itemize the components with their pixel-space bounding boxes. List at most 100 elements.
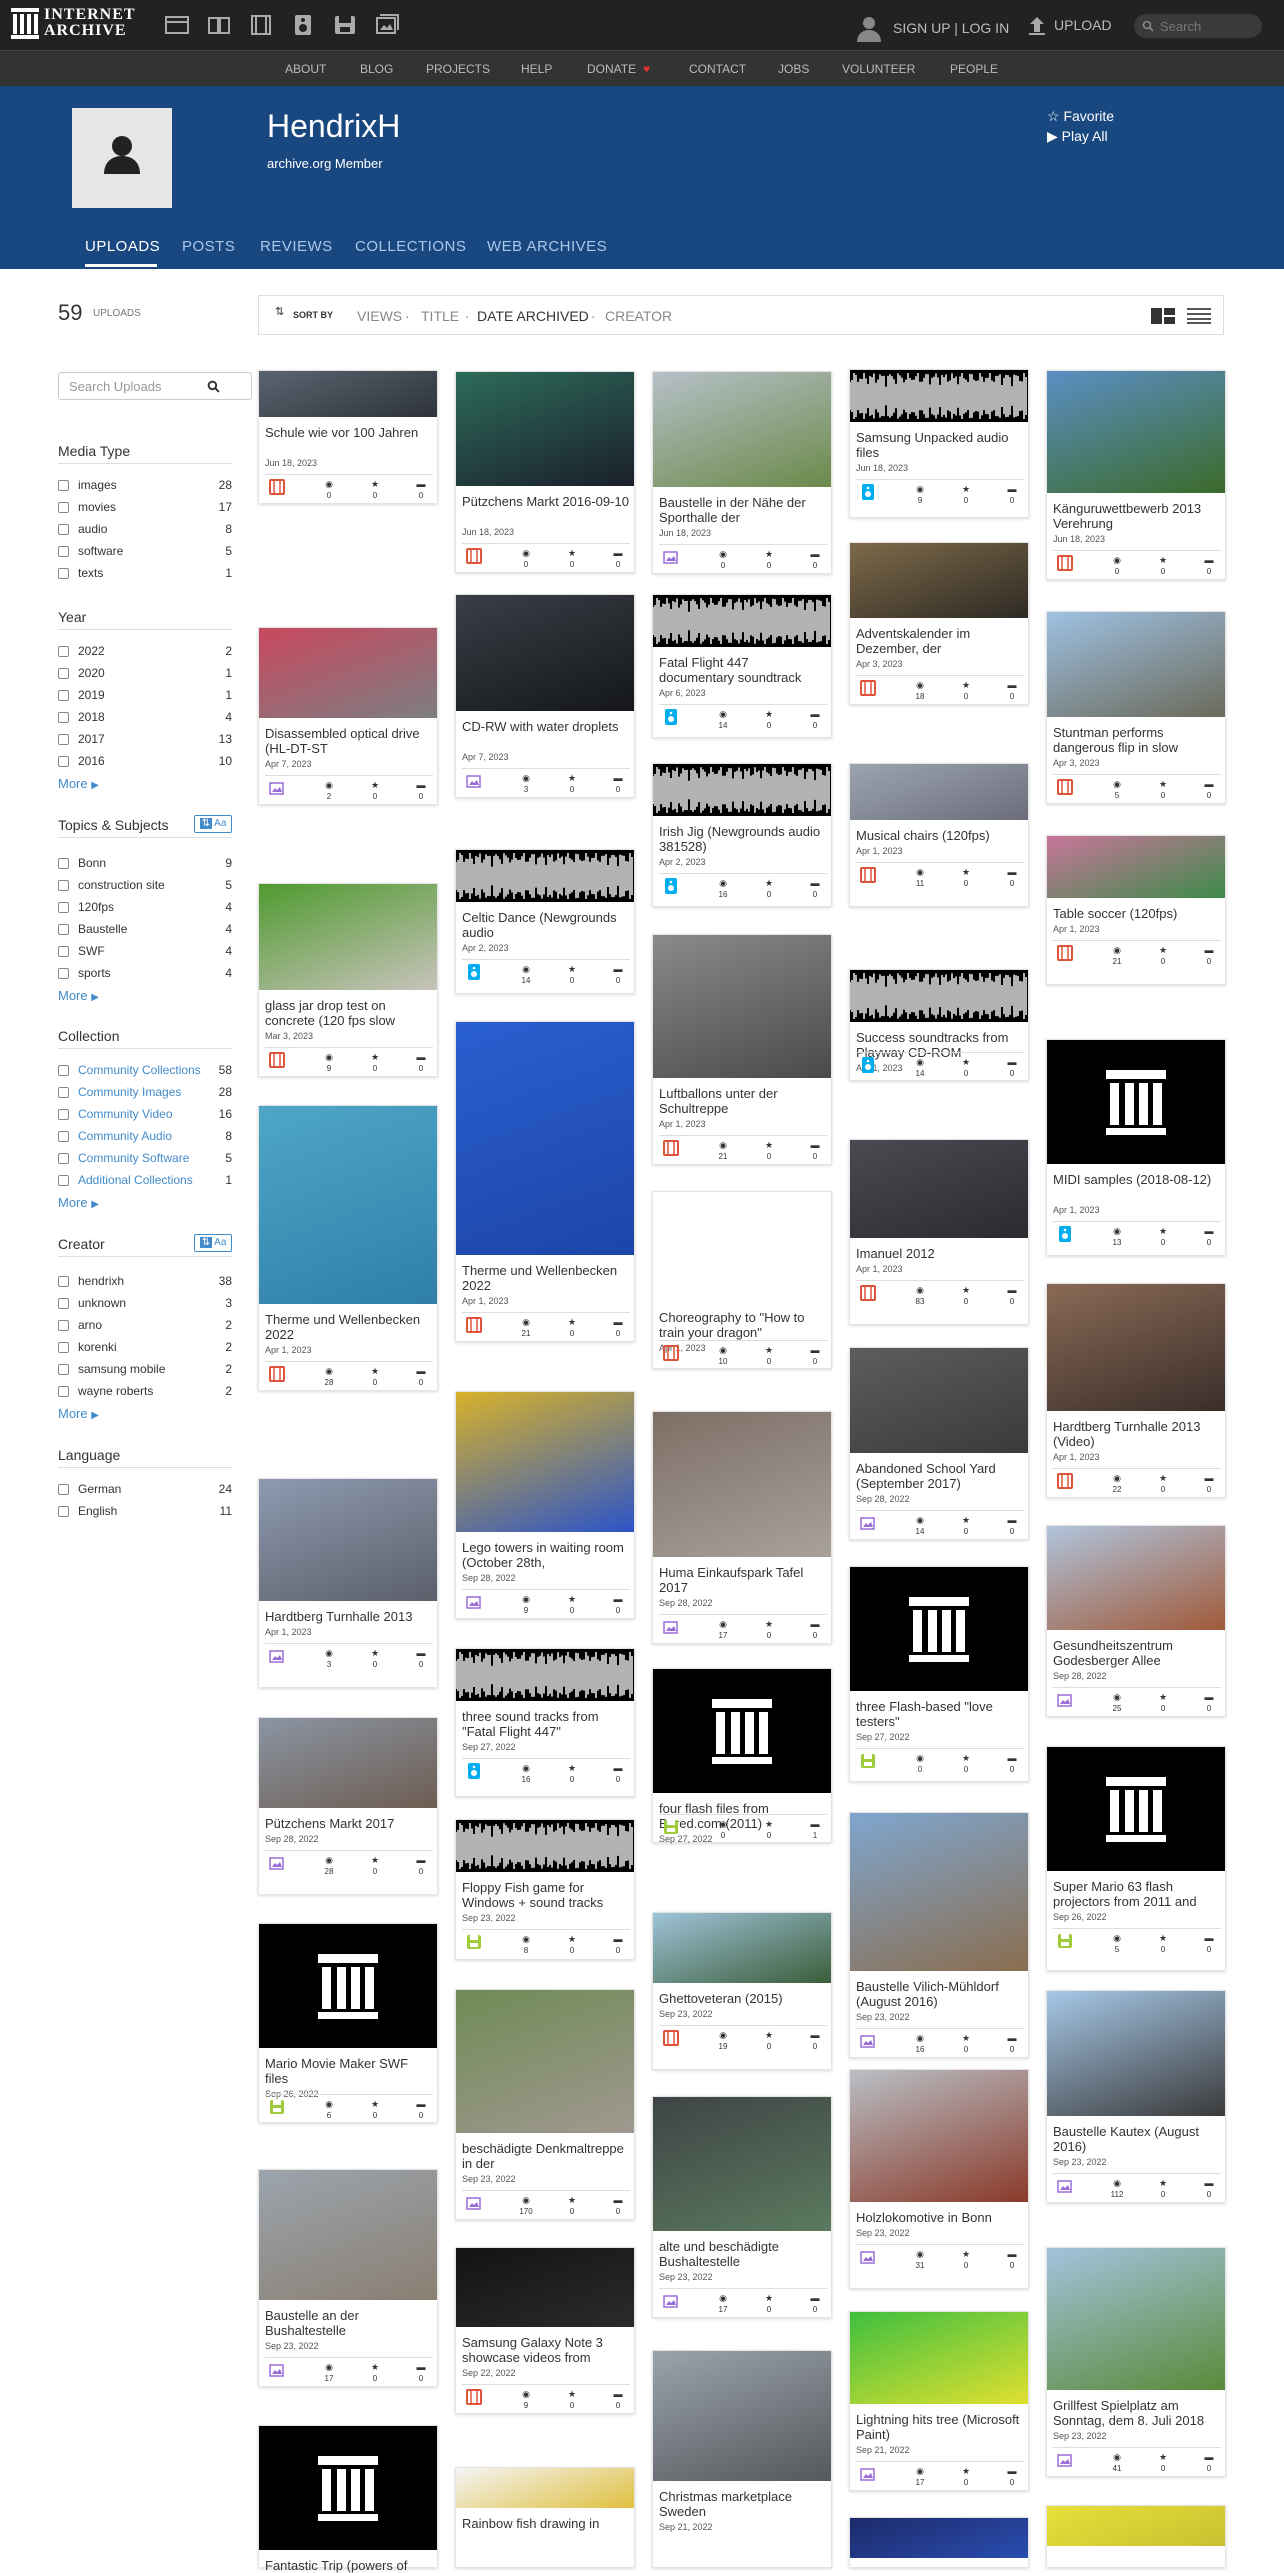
facet-checkbox[interactable] <box>58 858 69 869</box>
item-title[interactable]: Pützchens Markt 2016-09-10 <box>462 494 630 509</box>
web-icon[interactable] <box>164 13 190 37</box>
subnav-help[interactable]: HELP <box>521 62 552 76</box>
top-search-input[interactable]: Search <box>1134 14 1262 38</box>
item-thumbnail[interactable] <box>456 2248 634 2327</box>
facet-row[interactable]: 120fps 4 <box>58 898 232 916</box>
item-tile[interactable]: three sound tracks from "Fatal Flight 44… <box>455 1648 635 1797</box>
item-thumbnail[interactable] <box>259 371 437 417</box>
item-title[interactable]: Christmas marketplace Sweden <box>659 2489 827 2519</box>
facet-checkbox[interactable] <box>58 1320 69 1331</box>
item-thumbnail[interactable] <box>653 372 831 487</box>
item-tile[interactable]: Mario Movie Maker SWF files Sep 26, 2022 ◉… <box>258 1923 438 2123</box>
item-thumbnail[interactable] <box>456 850 634 902</box>
item-title[interactable]: beschädigte Denkmaltreppe in der <box>462 2141 630 2171</box>
item-thumbnail[interactable] <box>1047 1991 1225 2116</box>
item-tile[interactable]: Super Mario 63 flash projectors from 201… <box>1046 1746 1226 1971</box>
facet-checkbox[interactable] <box>58 1364 69 1375</box>
facet-checkbox[interactable] <box>58 668 69 679</box>
item-tile[interactable]: Musical chairs (120fps) Apr 1, 2023 ◉ 11 ★ 0 ▬… <box>849 763 1029 907</box>
item-tile[interactable]: three Flash-based "love testers" Sep 27, … <box>849 1566 1029 1782</box>
item-title[interactable]: Disassembled optical drive (HL-DT-ST <box>265 726 433 756</box>
facet-row[interactable]: wayne roberts 2 <box>58 1382 232 1400</box>
item-title[interactable]: Lego towers in waiting room (October 28t… <box>462 1540 630 1570</box>
item-tile[interactable]: Samsung Unpacked audio files Jun 18, 2023… <box>849 369 1029 518</box>
facet-row[interactable]: 2019 1 <box>58 686 232 704</box>
item-tile[interactable]: Therme und Wellenbecken 2022 Apr 1, 2023 ◉… <box>455 1021 635 1342</box>
subnav-jobs[interactable]: JOBS <box>778 62 809 76</box>
facet-row[interactable]: Community Collections 58 <box>58 1061 232 1079</box>
facet-row[interactable]: hendrixh 38 <box>58 1272 232 1290</box>
subnav-donate[interactable]: DONATE <box>587 62 636 76</box>
item-tile[interactable]: Lightning hits tree (Microsoft Paint) Sep… <box>849 2311 1029 2491</box>
item-thumbnail[interactable] <box>456 1392 634 1532</box>
item-thumbnail[interactable] <box>1047 2506 1225 2546</box>
facet-checkbox[interactable] <box>58 1153 69 1164</box>
facet-row[interactable]: German 24 <box>58 1480 232 1498</box>
subnav-about[interactable]: ABOUT <box>285 62 326 76</box>
item-thumbnail[interactable] <box>653 595 831 647</box>
facet-checkbox[interactable] <box>58 524 69 535</box>
facet-checkbox[interactable] <box>58 646 69 657</box>
tab-uploads[interactable]: UPLOADS <box>85 238 160 255</box>
images-icon[interactable] <box>374 13 400 37</box>
item-thumbnail[interactable] <box>653 935 831 1078</box>
facet-row[interactable]: samsung mobile 2 <box>58 1360 232 1378</box>
item-tile[interactable]: Fatal Flight 447 documentary soundtrack A… <box>652 594 832 738</box>
facet-row[interactable]: unknown 3 <box>58 1294 232 1312</box>
item-tile[interactable]: Gesundheitszentrum Godesberger Allee Sep … <box>1046 1525 1226 1717</box>
facet-row[interactable]: Baustelle 4 <box>58 920 232 938</box>
item-tile[interactable]: four flash files from Bored.com (2011) Se… <box>652 1668 832 1844</box>
tab-web-archives[interactable]: WEB ARCHIVES <box>487 238 607 255</box>
item-title[interactable]: three Flash-based "love testers" <box>856 1699 1024 1729</box>
facet-row[interactable]: construction site 5 <box>58 876 232 894</box>
item-thumbnail[interactable] <box>456 2468 634 2508</box>
item-title[interactable]: Baustelle Kautex (August 2016) <box>1053 2124 1221 2154</box>
facet-checkbox[interactable] <box>58 1386 69 1397</box>
facet-sort-az-creator[interactable]: ⇅ Aa <box>194 1234 232 1252</box>
item-thumbnail[interactable] <box>456 1990 634 2133</box>
tab-posts[interactable]: POSTS <box>182 238 235 255</box>
item-tile[interactable]: Imanuel 2012 Apr 1, 2023 ◉ 83 ★ 0 ▬ 0 <box>849 1139 1029 1325</box>
item-title[interactable]: Känguruwettbewerb 2013 Verehrung <box>1053 501 1221 531</box>
item-title[interactable]: Samsung Galaxy Note 3 showcase videos fr… <box>462 2335 630 2365</box>
item-tile[interactable]: Table soccer (120fps) Apr 1, 2023 ◉ 21 ★ 0 ▬ 0 <box>1046 835 1226 985</box>
sort-views[interactable]: VIEWS <box>357 308 402 324</box>
item-thumbnail[interactable] <box>1047 1747 1225 1871</box>
facet-row[interactable]: 2022 2 <box>58 642 232 660</box>
item-tile[interactable]: Disassembled optical drive (HL-DT-ST Apr … <box>258 627 438 805</box>
item-tile[interactable] <box>849 2517 1029 2568</box>
facet-row[interactable]: texts 1 <box>58 564 232 582</box>
favorite-button[interactable]: ☆ Favorite <box>1047 108 1114 125</box>
item-tile[interactable]: Ghettoveteran (2015) Sep 23, 2022 ◉ 19 ★ 0 ▬ 0 <box>652 1912 832 2070</box>
item-title[interactable]: Therme und Wellenbecken 2022 <box>265 1312 433 1342</box>
item-title[interactable]: Rainbow fish drawing in <box>462 2516 630 2531</box>
facet-checkbox[interactable] <box>58 1065 69 1076</box>
item-thumbnail[interactable] <box>1047 836 1225 898</box>
facet-checkbox[interactable] <box>58 1342 69 1353</box>
item-thumbnail[interactable] <box>259 1106 437 1304</box>
facet-checkbox[interactable] <box>58 946 69 957</box>
facet-checkbox[interactable] <box>58 1276 69 1287</box>
item-thumbnail[interactable] <box>259 628 437 718</box>
facet-checkbox[interactable] <box>58 1131 69 1142</box>
facet-row[interactable]: images 28 <box>58 476 232 494</box>
item-tile[interactable]: Lego towers in waiting room (October 28t… <box>455 1391 635 1619</box>
item-thumbnail[interactable] <box>1047 1040 1225 1164</box>
subnav-people[interactable]: PEOPLE <box>950 62 998 76</box>
facet-row[interactable]: Additional Collections 1 <box>58 1171 232 1189</box>
sort-title[interactable]: TITLE <box>421 308 459 324</box>
item-title[interactable]: Hardtberg Turnhalle 2013 <box>265 1609 433 1624</box>
facet-row[interactable]: movies 17 <box>58 498 232 516</box>
item-tile[interactable] <box>1046 2505 1226 2568</box>
item-thumbnail[interactable] <box>456 595 634 711</box>
facet-checkbox[interactable] <box>58 480 69 491</box>
facet-row[interactable]: Community Images 28 <box>58 1083 232 1101</box>
item-title[interactable]: Schule wie vor 100 Jahren <box>265 425 433 440</box>
item-tile[interactable]: Hardtberg Turnhalle 2013 Apr 1, 2023 ◉ 3 ★ 0 ▬… <box>258 1478 438 1688</box>
facet-row[interactable]: audio 8 <box>58 520 232 538</box>
item-title[interactable]: Samsung Unpacked audio files <box>856 430 1024 460</box>
item-thumbnail[interactable] <box>259 884 437 990</box>
item-tile[interactable]: Baustelle an der Bushaltestelle Sep 23, 2… <box>258 2169 438 2387</box>
item-tile[interactable]: beschädigte Denkmaltreppe in der Sep 23, … <box>455 1989 635 2220</box>
subnav-blog[interactable]: BLOG <box>360 62 393 76</box>
